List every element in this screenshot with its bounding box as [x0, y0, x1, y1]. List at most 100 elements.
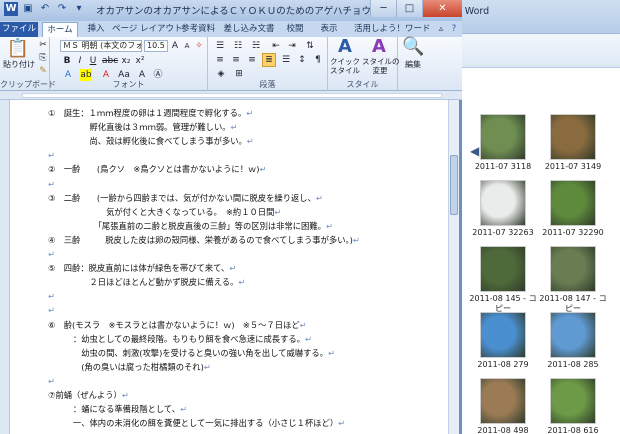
edit-button[interactable]: 編集: [398, 59, 428, 71]
customize-qat-icon[interactable]: ▾: [72, 2, 86, 16]
document-line[interactable]: ：蛹になる準備段階として、↵: [48, 404, 187, 415]
document-line[interactable]: 一、体内の未消化の餌を糞便として一気に排出する（小さじ１杯ほど）↵: [48, 418, 345, 429]
copy-icon[interactable]: ⎘: [38, 52, 48, 64]
document-line[interactable]: 尚、殻は孵化後に食べてしまう事が多い。↵: [48, 136, 253, 147]
tab-insert[interactable]: 挿入: [82, 22, 110, 37]
photo-caption[interactable]: 2011-08 145 - コピー: [468, 294, 538, 314]
scroll-arrow-icon[interactable]: ◀: [470, 144, 479, 158]
maximize-button[interactable]: □: [396, 0, 422, 17]
document-line[interactable]: ↵: [48, 291, 55, 302]
align-right-icon[interactable]: ≡: [246, 54, 258, 66]
tab-view[interactable]: 表示: [316, 22, 342, 37]
subscript-icon[interactable]: x₂: [120, 55, 132, 67]
strikethrough-icon[interactable]: abc: [102, 55, 118, 67]
decrease-indent-icon[interactable]: ⇤: [270, 40, 282, 52]
document-line[interactable]: 気が付くと大きくなっている。 ※約１０日間↵: [48, 207, 281, 218]
paste-icon[interactable]: 📋: [6, 39, 30, 59]
photo-thumbnail[interactable]: [550, 114, 596, 160]
save-icon[interactable]: ▣: [21, 2, 35, 16]
line-spacing-icon[interactable]: ↕: [296, 54, 308, 66]
document-line[interactable]: ２日ほどほとんど動かず脱皮に備える。↵: [48, 277, 245, 288]
document-line[interactable]: (角の臭いは腐った柑橘類のそれ)↵: [48, 362, 211, 373]
italic-icon[interactable]: I: [75, 55, 85, 67]
increase-indent-icon[interactable]: ⇥: [286, 40, 298, 52]
document-line[interactable]: ：幼虫としての最終段階。もりもり餌を食べ急速に成長する。↵: [48, 334, 312, 345]
photo-thumbnail[interactable]: [480, 378, 526, 424]
borders-icon[interactable]: ⊞: [232, 68, 246, 80]
help-icon[interactable]: ?: [448, 22, 460, 37]
tab-mailings[interactable]: 差し込み文書: [222, 22, 276, 37]
explorer-toolbar[interactable]: [462, 34, 620, 68]
clear-format-icon[interactable]: ✧: [194, 40, 204, 52]
document-line[interactable]: ① 誕生：１ｍｍ程度の卵は１週間程度で孵化する。↵: [48, 108, 253, 119]
tab-review[interactable]: 校閲: [282, 22, 308, 37]
photo-thumbnail[interactable]: [550, 378, 596, 424]
shading-icon[interactable]: ◈: [214, 68, 228, 80]
minimize-ribbon-icon[interactable]: ▵: [436, 22, 446, 37]
photo-thumbnail[interactable]: [550, 312, 596, 358]
vertical-ruler[interactable]: [0, 100, 10, 434]
document-line[interactable]: ③ 二齢 (一齢から四齢までは、気が付かない間に脱皮を繰り返し、↵: [48, 193, 323, 204]
photo-caption[interactable]: 2011-07 32290: [538, 228, 608, 238]
change-style-icon[interactable]: A: [368, 37, 390, 57]
superscript-icon[interactable]: x²: [134, 55, 146, 67]
numbering-icon[interactable]: ☷: [232, 40, 244, 52]
cut-icon[interactable]: ✂: [38, 39, 48, 51]
tab-references[interactable]: 参考資料: [178, 22, 218, 37]
font-name-combo[interactable]: ＭＳ 明朝 (本文のフォン: [60, 40, 142, 52]
photo-thumbnail[interactable]: [550, 180, 596, 226]
photo-thumbnail[interactable]: [550, 246, 596, 292]
bold-icon[interactable]: B: [62, 55, 72, 67]
document-line[interactable]: ↵: [48, 150, 55, 161]
photo-caption[interactable]: 2011-08 498: [468, 426, 538, 434]
document-line[interactable]: ↵: [48, 376, 55, 387]
grow-font-icon[interactable]: A: [170, 40, 180, 52]
word-app-icon[interactable]: W: [4, 2, 18, 16]
photo-thumbnail[interactable]: [480, 312, 526, 358]
tab-file[interactable]: ファイル: [0, 22, 38, 37]
photo-caption[interactable]: 2011-07 32263: [468, 228, 538, 238]
photo-caption[interactable]: 2011-08 285: [538, 360, 608, 370]
document-line[interactable]: 「尾張直前の二齢と脱皮直後の三齢」等の区別は非常に困難。↵: [48, 221, 333, 232]
shrink-font-icon[interactable]: A: [182, 40, 192, 52]
photo-caption[interactable]: 2011-08 616: [538, 426, 608, 434]
close-button[interactable]: ✕: [422, 0, 462, 17]
quick-style-button[interactable]: クイック スタイル: [328, 57, 362, 75]
quick-style-icon[interactable]: A: [334, 37, 356, 57]
document-line[interactable]: 幼虫の間、刺激(攻撃)を受けると臭いの強い角を出して威嚇する。↵: [48, 348, 335, 359]
paste-button[interactable]: 貼り付け: [2, 59, 36, 71]
tab-page-layout[interactable]: ページ レイアウト: [112, 22, 183, 37]
show-marks-icon[interactable]: ¶: [312, 54, 324, 66]
distributed-icon[interactable]: ☰: [280, 54, 292, 66]
document-line[interactable]: ⑤ 四齢：脱皮直前には体が緑色を帯びて来て、↵: [48, 263, 236, 274]
photo-caption[interactable]: 2011-08 147 - コピー: [538, 294, 608, 314]
tab-home[interactable]: ホーム: [42, 22, 78, 37]
tab-addin[interactable]: 活用しよう！ワード: [354, 22, 431, 37]
document-line[interactable]: ↵: [48, 305, 55, 316]
align-left-icon[interactable]: ≡: [214, 54, 226, 66]
photo-caption[interactable]: 2011-08 279: [468, 360, 538, 370]
vertical-scrollbar[interactable]: [448, 100, 459, 434]
justify-icon[interactable]: ≣: [262, 53, 276, 67]
scrollbar-thumb[interactable]: [450, 155, 458, 215]
photo-thumbnail[interactable]: [480, 180, 526, 226]
photo-thumbnail[interactable]: [480, 246, 526, 292]
find-icon[interactable]: 🔍: [402, 37, 424, 57]
document-line[interactable]: ↵: [48, 249, 55, 260]
document-page[interactable]: ① 誕生：１ｍｍ程度の卵は１週間程度で孵化する。↵ 孵化直後は３ｍｍ弱。管理が難…: [10, 100, 448, 434]
underline-icon[interactable]: U: [88, 55, 98, 67]
multilevel-list-icon[interactable]: ☵: [250, 40, 262, 52]
document-line[interactable]: 孵化直後は３ｍｍ弱。管理が難しい。↵: [48, 122, 237, 133]
photo-thumbnail[interactable]: [480, 114, 526, 160]
horizontal-ruler[interactable]: [0, 91, 462, 100]
document-line[interactable]: ↵: [48, 179, 55, 190]
minimize-button[interactable]: ─: [370, 0, 396, 17]
photo-caption[interactable]: 2011-07 3118: [468, 162, 538, 172]
bullets-icon[interactable]: ☰: [214, 40, 226, 52]
document-line[interactable]: ② 一齢 (鳥クソ ※鳥クソとは書かないように！ｗ)↵: [48, 164, 266, 175]
document-line[interactable]: ④ 三齢 脱皮した皮は卵の殻同様、栄養があるので食べてしまう事が多い。)↵: [48, 235, 360, 246]
undo-icon[interactable]: ↶: [38, 2, 52, 16]
format-painter-icon[interactable]: ✎: [38, 65, 48, 77]
align-center-icon[interactable]: ≡: [230, 54, 242, 66]
document-line[interactable]: ⑦前蛹（ぜんよう）↵: [48, 390, 129, 401]
